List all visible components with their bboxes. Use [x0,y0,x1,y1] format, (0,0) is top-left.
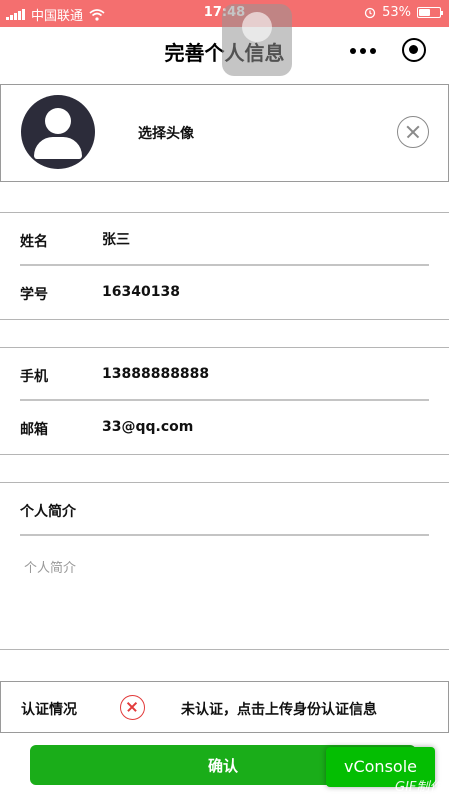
phone-field[interactable] [102,366,422,382]
avatar-picker[interactable]: 选择头像 [0,84,449,182]
bio-group: 个人简介 [0,482,449,650]
clear-avatar-icon[interactable] [397,116,429,148]
student-id-field[interactable] [102,284,422,300]
name-field[interactable] [102,231,422,247]
verification-row[interactable]: 认证情况 未认证，点击上传身份认证信息 [0,681,449,733]
name-label: 姓名 [20,234,48,250]
battery-icon [417,7,443,18]
avatar-head-shape [45,108,71,134]
student-id-row: 学号 [0,266,449,319]
status-right: 53% [364,5,443,20]
bio-textarea[interactable] [24,557,424,637]
contact-info-group: 手机 邮箱 [0,347,449,455]
avatar-label: 选择头像 [138,126,194,142]
email-field[interactable] [102,419,422,435]
more-icon[interactable] [350,48,376,54]
student-id-label: 学号 [20,287,48,303]
gif-watermark: GIF制作 [395,780,443,795]
bio-title: 个人简介 [20,504,76,520]
floating-touch-overlay [222,4,292,76]
verification-label: 认证情况 [21,702,77,718]
phone-row: 手机 [0,348,449,401]
email-label: 邮箱 [20,422,48,438]
row-divider [20,534,429,536]
close-miniprogram-icon[interactable] [402,38,426,62]
battery-fill [419,9,430,16]
basic-info-group: 姓名 学号 [0,212,449,320]
avatar-body-shape [34,137,82,159]
alarm-icon [364,7,376,18]
name-row: 姓名 [0,213,449,266]
phone-label: 手机 [20,369,48,385]
battery-percent: 53% [382,5,411,20]
verification-status[interactable]: 未认证，点击上传身份认证信息 [181,699,377,719]
avatar[interactable] [21,95,95,169]
email-row: 邮箱 [0,401,449,454]
unverified-icon [120,695,145,720]
